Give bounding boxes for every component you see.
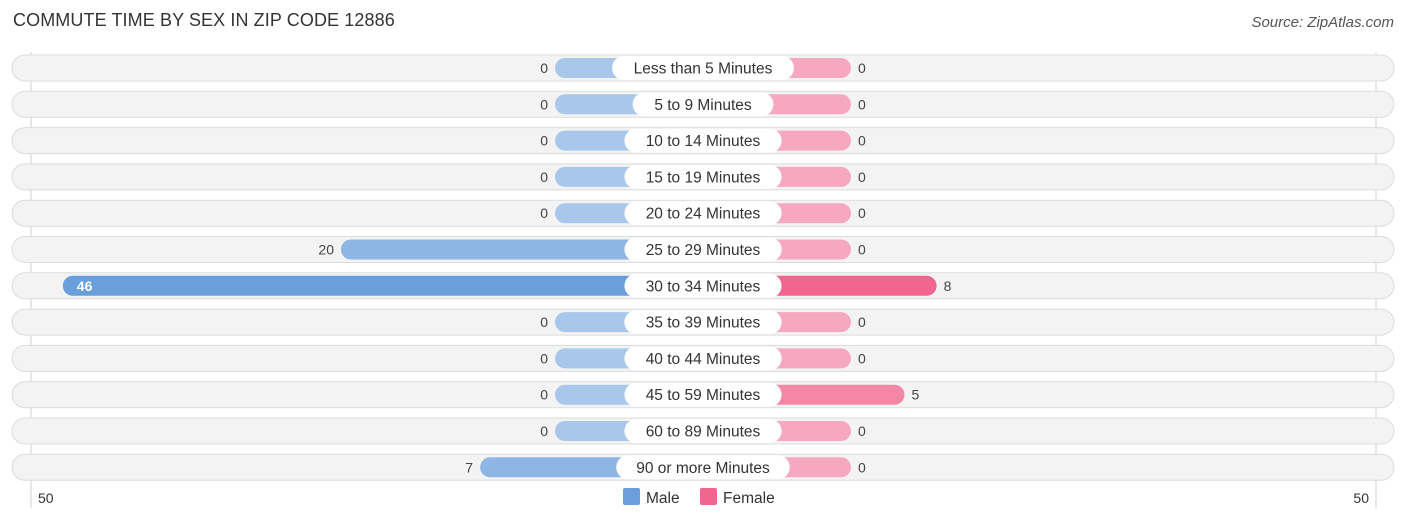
legend-label-male: Male: [646, 490, 680, 507]
axis-label-left: 50: [38, 490, 54, 506]
value-label-male: 46: [77, 278, 93, 294]
value-label-female: 0: [858, 205, 866, 221]
value-label-female: 0: [858, 314, 866, 330]
value-label-male: 0: [540, 387, 548, 403]
legend: Male Female: [623, 488, 775, 507]
category-label: 10 to 14 Minutes: [646, 133, 761, 150]
category-label: Less than 5 Minutes: [634, 61, 773, 78]
chart-row: 0 5 45 to 59 Minutes: [11, 381, 1395, 409]
chart-row: 0 0 15 to 19 Minutes: [11, 163, 1395, 191]
axis-label-right: 50: [1353, 490, 1369, 506]
value-label-female: 0: [858, 169, 866, 185]
chart-row: 0 0 20 to 24 Minutes: [11, 199, 1395, 227]
value-label-female: 0: [858, 133, 866, 149]
chart-row: 46 8 30 to 34 Minutes: [11, 272, 1395, 300]
category-label: 35 to 39 Minutes: [646, 315, 761, 332]
value-label-female: 5: [912, 387, 920, 403]
value-label-male: 7: [465, 459, 473, 475]
category-label: 90 or more Minutes: [636, 460, 770, 477]
value-label-female: 8: [944, 278, 952, 294]
value-label-female: 0: [858, 459, 866, 475]
chart-row: 7 0 90 or more Minutes: [11, 453, 1395, 481]
value-label-male: 0: [540, 423, 548, 439]
value-label-female: 0: [858, 96, 866, 112]
chart-row: 0 0 10 to 14 Minutes: [11, 127, 1395, 155]
category-label: 60 to 89 Minutes: [646, 424, 761, 441]
value-label-male: 0: [540, 169, 548, 185]
value-label-male: 20: [318, 242, 334, 258]
legend-swatch-male: [623, 488, 640, 505]
value-label-female: 0: [858, 242, 866, 258]
value-label-male: 0: [540, 350, 548, 366]
chart-row: 0 0 40 to 44 Minutes: [11, 344, 1395, 372]
value-label-male: 0: [540, 60, 548, 76]
category-label: 15 to 19 Minutes: [646, 169, 761, 186]
value-label-male: 0: [540, 205, 548, 221]
chart-row: 0 0 Less than 5 Minutes: [11, 54, 1395, 82]
value-label-female: 0: [858, 350, 866, 366]
category-label: 20 to 24 Minutes: [646, 206, 761, 223]
bar-male[interactable]: [62, 275, 704, 296]
category-label: 45 to 59 Minutes: [646, 387, 761, 404]
chart-row: 20 0 25 to 29 Minutes: [11, 236, 1395, 263]
value-label-female: 0: [858, 423, 866, 439]
legend-swatch-female: [700, 488, 717, 505]
chart-row: 0 0 5 to 9 Minutes: [11, 90, 1395, 118]
category-label: 30 to 34 Minutes: [646, 278, 761, 295]
value-label-female: 0: [858, 60, 866, 76]
legend-label-female: Female: [723, 490, 775, 507]
chart-row: 0 0 60 to 89 Minutes: [11, 417, 1395, 445]
chart-row: 0 0 35 to 39 Minutes: [11, 308, 1395, 336]
category-label: 40 to 44 Minutes: [646, 351, 761, 368]
value-label-male: 0: [540, 96, 548, 112]
chart: 0 0 Less than 5 Minutes 0 0 5 to 9 Minutes 0 0 1…: [11, 52, 1395, 508]
category-label: 25 to 29 Minutes: [646, 242, 761, 259]
value-label-male: 0: [540, 133, 548, 149]
value-label-male: 0: [540, 314, 548, 330]
category-label: 5 to 9 Minutes: [654, 97, 752, 114]
